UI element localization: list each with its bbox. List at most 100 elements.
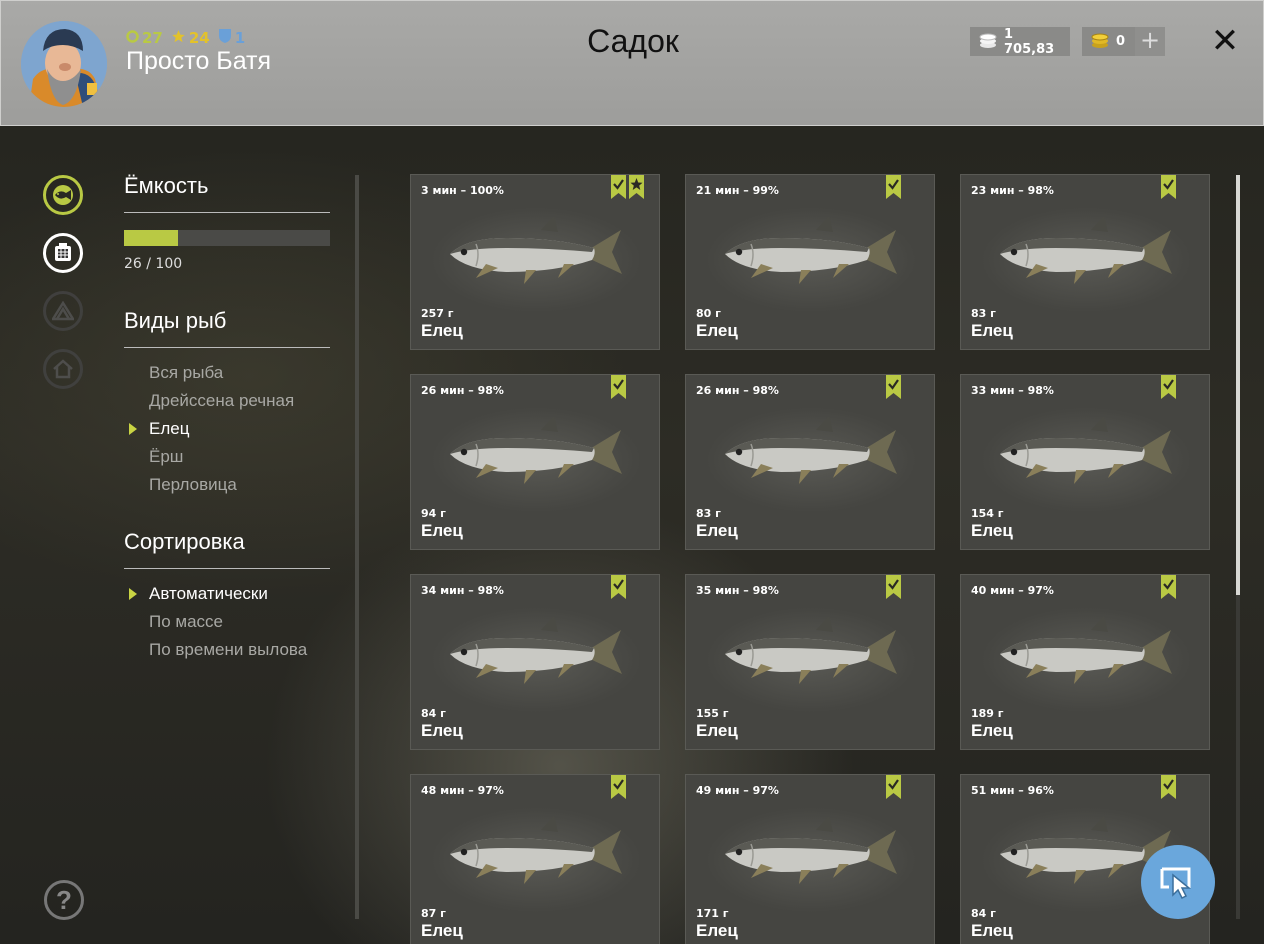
sidebar-divider	[355, 175, 359, 919]
fish-name: Елец	[421, 721, 463, 740]
check-badge-icon	[886, 775, 901, 799]
home-icon	[53, 359, 73, 379]
fish-card[interactable]: 3 мин – 100% 257 г Елец	[410, 174, 660, 350]
fish-weight: 189 г	[971, 707, 1004, 720]
top-bar: 27 24 1 Просто Батя Садок 1 705,83 0 + ✕	[0, 0, 1264, 126]
catch-time-freshness: 33 мин – 98%	[971, 384, 1054, 397]
silver-value: 1 705,83	[1004, 26, 1055, 57]
silver-coins-icon	[978, 30, 998, 54]
fish-name: Елец	[971, 321, 1013, 340]
selected-arrow-icon	[129, 588, 137, 600]
check-badge-icon	[886, 575, 901, 599]
close-button[interactable]: ✕	[1209, 24, 1241, 58]
gold-value: 0	[1116, 34, 1126, 49]
fish-weight: 80 г	[696, 307, 721, 320]
divider	[124, 347, 330, 348]
check-badge-icon	[1161, 775, 1176, 799]
fish-card[interactable]: 34 мин – 98% 84 г Елец	[410, 574, 660, 750]
fish-card[interactable]: 21 мин – 99% 80 г Елец	[685, 174, 935, 350]
rail-camp-button[interactable]	[43, 291, 83, 331]
selected-arrow-icon	[129, 423, 137, 435]
capacity-bar	[124, 230, 330, 246]
check-badge-icon	[611, 575, 626, 599]
catch-time-freshness: 3 мин – 100%	[421, 184, 504, 197]
keepnet-icon	[55, 243, 71, 261]
catch-time-freshness: 34 мин – 98%	[421, 584, 504, 597]
rail-keepnet-fish-button[interactable]	[43, 175, 83, 215]
fish-card[interactable]: 35 мин – 98% 155 г Елец	[685, 574, 935, 750]
sort-title: Сортировка	[124, 529, 245, 554]
check-badge-icon	[611, 775, 626, 799]
add-currency-button[interactable]: +	[1135, 27, 1165, 56]
check-badge-icon	[611, 375, 626, 399]
help-button[interactable]: ?	[44, 880, 84, 920]
page-title: Садок	[587, 23, 679, 59]
fish-weight: 84 г	[971, 907, 996, 920]
fish-image	[446, 208, 626, 288]
plus-icon: +	[1139, 26, 1161, 54]
fish-image	[996, 208, 1176, 288]
fish-weight: 87 г	[421, 907, 446, 920]
fish-name: Елец	[971, 721, 1013, 740]
fish-image	[996, 408, 1176, 488]
species-filter-item[interactable]: Елец	[149, 419, 189, 439]
capacity-count: 26 / 100	[124, 256, 183, 272]
divider	[124, 568, 330, 569]
fish-name: Елец	[696, 321, 738, 340]
check-badge-icon	[1161, 375, 1176, 399]
catch-time-freshness: 51 мин – 96%	[971, 784, 1054, 797]
cursor-mode-button[interactable]	[1141, 845, 1215, 919]
scrollbar-thumb[interactable]	[1236, 175, 1240, 595]
catch-time-freshness: 40 мин – 97%	[971, 584, 1054, 597]
fish-image	[721, 608, 901, 688]
fish-card[interactable]: 26 мин – 98% 94 г Елец	[410, 374, 660, 550]
fish-name: Елец	[971, 521, 1013, 540]
species-title: Виды рыб	[124, 308, 227, 333]
tent-icon	[52, 301, 74, 321]
fish-name: Елец	[696, 521, 738, 540]
sort-option-item[interactable]: Автоматически	[149, 584, 268, 604]
check-badge-icon	[1161, 175, 1176, 199]
rail-keepnet-button[interactable]	[43, 233, 83, 273]
fish-name: Елец	[696, 721, 738, 740]
fish-weight: 83 г	[696, 507, 721, 520]
species-filter-item[interactable]: Ёрш	[149, 447, 183, 467]
gold-coins-icon	[1090, 30, 1110, 54]
fish-card[interactable]: 26 мин – 98% 83 г Елец	[685, 374, 935, 550]
fish-weight: 171 г	[696, 907, 729, 920]
capacity-fill	[124, 230, 178, 246]
fish-name: Елец	[421, 321, 463, 340]
catch-time-freshness: 21 мин – 99%	[696, 184, 779, 197]
fish-card[interactable]: 48 мин – 97% 87 г Елец	[410, 774, 660, 944]
check-badge-icon	[611, 175, 626, 199]
fish-weight: 154 г	[971, 507, 1004, 520]
cursor-icon	[1160, 867, 1192, 899]
fish-weight: 257 г	[421, 307, 454, 320]
fish-image	[721, 408, 901, 488]
fish-name: Елец	[421, 921, 463, 940]
catch-time-freshness: 48 мин – 97%	[421, 784, 504, 797]
sort-option-item[interactable]: По массе	[149, 612, 223, 632]
capacity-title: Ёмкость	[124, 173, 209, 198]
catch-time-freshness: 26 мин – 98%	[421, 384, 504, 397]
fish-weight: 83 г	[971, 307, 996, 320]
fish-name: Елец	[971, 921, 1013, 940]
fish-weight: 94 г	[421, 507, 446, 520]
fish-card[interactable]: 23 мин – 98% 83 г Елец	[960, 174, 1210, 350]
fish-icon	[53, 185, 73, 205]
trophy-star-badge-icon	[629, 175, 644, 199]
sort-option-item[interactable]: По времени вылова	[149, 640, 307, 660]
rail-home-button[interactable]	[43, 349, 83, 389]
fish-image	[996, 608, 1176, 688]
fish-image	[446, 608, 626, 688]
catch-time-freshness: 23 мин – 98%	[971, 184, 1054, 197]
species-filter-item[interactable]: Дрейссена речная	[149, 391, 294, 411]
species-filter-item[interactable]: Вся рыба	[149, 363, 223, 383]
fish-card[interactable]: 33 мин – 98% 154 г Елец	[960, 374, 1210, 550]
fish-name: Елец	[421, 521, 463, 540]
fish-card[interactable]: 49 мин – 97% 171 г Елец	[685, 774, 935, 944]
catch-time-freshness: 35 мин – 98%	[696, 584, 779, 597]
fish-card[interactable]: 40 мин – 97% 189 г Елец	[960, 574, 1210, 750]
catch-time-freshness: 26 мин – 98%	[696, 384, 779, 397]
species-filter-item[interactable]: Перловица	[149, 475, 237, 495]
